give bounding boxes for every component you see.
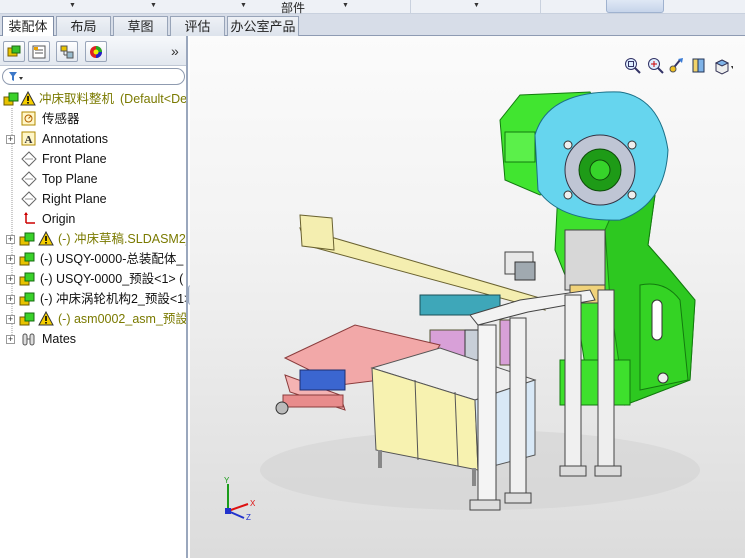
tab-assembly[interactable]: 装配体: [2, 16, 54, 37]
tree-item-origin[interactable]: Origin: [0, 210, 186, 229]
root-config: (Default<De: [120, 92, 186, 106]
dropdown-arrow-icon[interactable]: ▼: [342, 2, 349, 9]
warning-icon: [20, 91, 36, 106]
plane-icon: [21, 151, 37, 167]
assembly-icon: [19, 232, 35, 246]
tree-item-label: Annotations: [42, 132, 109, 146]
cad-model[interactable]: [190, 36, 745, 558]
command-tabs: 装配体 布局 草图 评估 办公室产品: [0, 14, 745, 37]
graphics-viewport[interactable]: Y X Z: [190, 36, 745, 558]
tree-root[interactable]: 冲床取料整机 (Default<De: [0, 90, 186, 109]
axis-x-label: X: [250, 499, 256, 508]
tree-item-sensors[interactable]: 传感器: [0, 110, 186, 129]
feature-manager-pane: » 冲床取料整机 (Default<De 传感器 + A Annotations…: [0, 36, 188, 558]
origin-icon: [24, 212, 35, 224]
assembly-icon: [19, 272, 35, 286]
tree-item-label: (-) asm0002_asm_预設: [58, 312, 186, 326]
tree-item-component[interactable]: + (-) asm0002_asm_预設: [0, 310, 186, 329]
expand-toggle[interactable]: +: [6, 255, 15, 264]
appearance-icon: [90, 46, 102, 58]
tree-item-label: (-) USQY-0000_预設<1> (: [40, 272, 184, 286]
annotation-icon: A: [21, 131, 36, 146]
tab-evaluate[interactable]: 评估: [170, 16, 225, 36]
tree-item-label: 传感器: [42, 112, 80, 126]
expand-toggle[interactable]: +: [6, 275, 15, 284]
tree-item-top-plane[interactable]: Top Plane: [0, 170, 186, 189]
divider: [540, 0, 541, 13]
tree-item-right-plane[interactable]: Right Plane: [0, 190, 186, 209]
axis-triad: Y X Z: [224, 476, 256, 521]
tree-filter-input[interactable]: [2, 68, 185, 85]
property-manager-tab[interactable]: [28, 41, 50, 62]
configuration-manager-tab[interactable]: [56, 41, 78, 62]
tab-office-products[interactable]: 办公室产品: [227, 16, 299, 36]
mates-icon: [22, 333, 35, 346]
warning-icon: [38, 231, 54, 246]
property-icon: [32, 45, 46, 59]
tree-item-front-plane[interactable]: Front Plane: [0, 150, 186, 169]
tree-item-label: Right Plane: [42, 192, 107, 206]
tree-item-label: (-) 冲床涡轮机构2_预設<1>: [40, 292, 186, 306]
toolbar-button[interactable]: [606, 0, 664, 13]
svg-text:A: A: [25, 134, 33, 146]
tree-item-label: Front Plane: [42, 152, 107, 166]
plane-icon: [21, 171, 37, 187]
pane-toolbar: »: [0, 36, 186, 66]
expand-toggle[interactable]: +: [6, 295, 15, 304]
assembly-tree-icon: [7, 45, 21, 57]
assembly-icon: [3, 92, 19, 106]
tree-item-component[interactable]: + (-) 冲床草稿.SLDASM2_: [0, 230, 186, 249]
root-name: 冲床取料整机: [39, 92, 115, 106]
tree-item-component[interactable]: + (-) USQY-0000-总装配体_: [0, 250, 186, 269]
tree-item-component[interactable]: + (-) USQY-0000_预設<1> (: [0, 270, 186, 289]
expand-toggle[interactable]: +: [6, 335, 15, 344]
feature-manager-tab[interactable]: [3, 41, 25, 62]
divider: [410, 0, 411, 13]
feature-tree: 冲床取料整机 (Default<De 传感器 + A Annotations F…: [0, 90, 186, 350]
assembly-icon: [19, 312, 35, 326]
tab-layout[interactable]: 布局: [56, 16, 111, 36]
dropdown-arrow-icon[interactable]: ▼: [150, 2, 157, 9]
warning-icon: [38, 311, 54, 326]
tree-item-mates[interactable]: + Mates: [0, 330, 186, 349]
tree-item-annotations[interactable]: + A Annotations: [0, 130, 186, 149]
expand-toggle[interactable]: +: [6, 135, 15, 144]
dropdown-arrow-icon[interactable]: ▼: [69, 2, 76, 9]
configuration-icon: [60, 45, 74, 59]
dropdown-arrow-icon[interactable]: ▼: [473, 2, 480, 9]
expand-toggle[interactable]: +: [6, 315, 15, 324]
assembly-icon: [19, 252, 35, 266]
sensor-icon: [21, 111, 36, 126]
expand-toggle[interactable]: +: [6, 235, 15, 244]
axis-z-label: Z: [246, 513, 251, 521]
assembly-icon: [19, 292, 35, 306]
top-strip: ▼ ▼ ▼ 部件 ▼ ▼: [0, 0, 745, 15]
tree-item-label: (-) USQY-0000-总装配体_: [40, 252, 184, 266]
tab-sketch[interactable]: 草图: [113, 16, 168, 36]
plane-icon: [21, 191, 37, 207]
axis-y-label: Y: [224, 476, 230, 485]
display-manager-tab[interactable]: [85, 41, 107, 62]
tree-item-label: (-) 冲床草稿.SLDASM2_: [58, 232, 186, 246]
tree-item-label: Origin: [42, 212, 76, 226]
expand-panel-icon[interactable]: »: [171, 43, 179, 59]
dropdown-arrow-icon[interactable]: ▼: [240, 2, 247, 9]
tree-item-label: Top Plane: [42, 172, 98, 186]
filter-icon: [9, 72, 23, 81]
tree-item-label: Mates: [42, 332, 77, 346]
tree-item-component[interactable]: + (-) 冲床涡轮机构2_预設<1>: [0, 290, 186, 309]
